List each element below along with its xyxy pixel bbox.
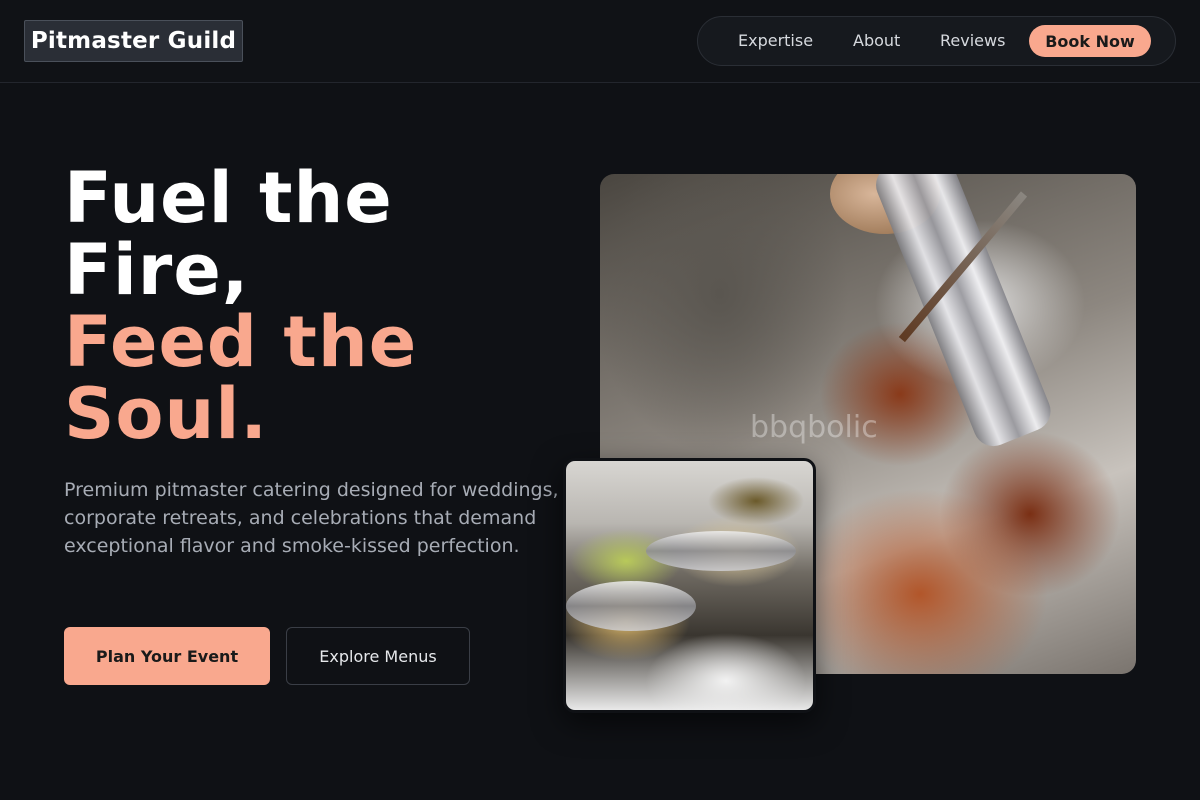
brand-logo[interactable]: Pitmaster Guild bbox=[24, 20, 243, 62]
headline-line-1: Fuel the bbox=[64, 157, 393, 239]
nav-link-expertise[interactable]: Expertise bbox=[738, 17, 813, 65]
site-header: Pitmaster Guild Expertise About Reviews … bbox=[0, 0, 1200, 83]
chafing-dish-shape bbox=[646, 531, 796, 571]
hero-headline: Fuel the Fire, Feed the Soul. bbox=[64, 162, 564, 450]
nav-link-about[interactable]: About bbox=[853, 17, 900, 65]
photo-watermark: bbqbolic bbox=[750, 410, 878, 445]
nav-link-reviews[interactable]: Reviews bbox=[940, 17, 1005, 65]
chafing-dish-shape bbox=[566, 581, 696, 631]
plan-your-event-button[interactable]: Plan Your Event bbox=[64, 627, 270, 685]
headline-accent-line-2: Soul. bbox=[64, 373, 268, 455]
explore-menus-button[interactable]: Explore Menus bbox=[286, 627, 470, 685]
hero-description: Premium pitmaster catering designed for … bbox=[64, 479, 559, 557]
headline-line-2: Fire, bbox=[64, 229, 250, 311]
book-now-button[interactable]: Book Now bbox=[1029, 25, 1151, 57]
catering-buffet-photo bbox=[563, 458, 816, 713]
main-nav: Expertise About Reviews Book Now bbox=[697, 16, 1176, 66]
tongs-shape bbox=[870, 174, 1057, 453]
headline-accent-line-1: Feed the bbox=[64, 301, 418, 383]
